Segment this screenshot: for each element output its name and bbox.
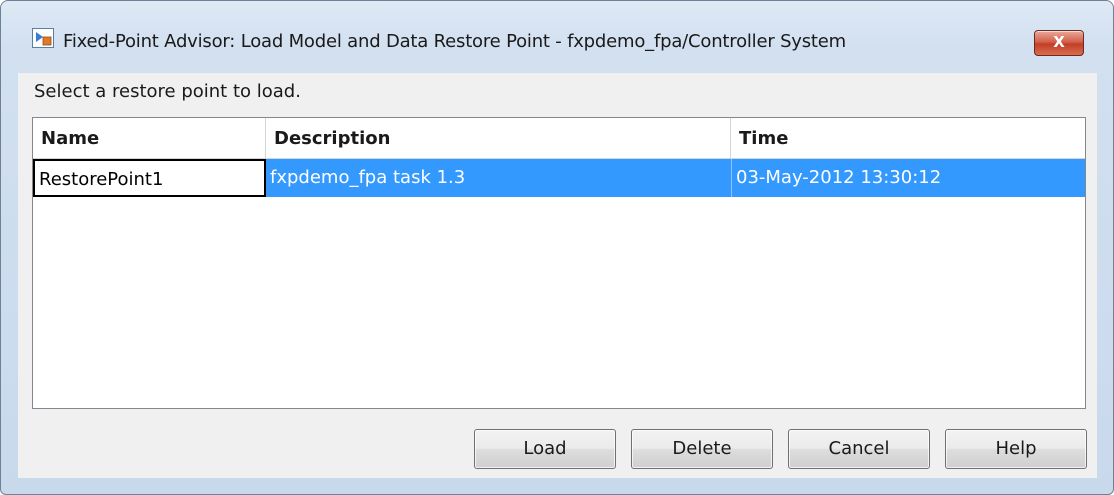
title-bar[interactable]: Fixed-Point Advisor: Load Model and Data… <box>1 1 1113 73</box>
column-header-name[interactable]: Name <box>33 118 266 158</box>
button-bar: Load Delete Cancel Help <box>18 429 1097 469</box>
instruction-label: Select a restore point to load. <box>34 81 301 102</box>
close-button[interactable]: X <box>1034 30 1084 56</box>
delete-button[interactable]: Delete <box>631 429 773 469</box>
restore-points-table[interactable]: Name Description Time RestorePoint1 fxpd… <box>32 117 1086 409</box>
close-icon: X <box>1053 33 1065 51</box>
table-header: Name Description Time <box>33 118 1085 159</box>
load-button[interactable]: Load <box>474 429 616 469</box>
simulink-model-icon <box>32 28 54 48</box>
dialog-body: Select a restore point to load. Name Des… <box>18 73 1097 478</box>
cell-description[interactable]: fxpdemo_fpa task 1.3 <box>266 159 731 197</box>
column-header-description[interactable]: Description <box>266 118 731 158</box>
cell-time[interactable]: 03-May-2012 13:30:12 <box>731 159 1085 197</box>
column-header-time[interactable]: Time <box>731 118 1085 158</box>
table-row[interactable]: RestorePoint1 fxpdemo_fpa task 1.3 03-Ma… <box>33 159 1085 197</box>
cancel-button[interactable]: Cancel <box>788 429 930 469</box>
cell-name[interactable]: RestorePoint1 <box>33 159 266 197</box>
window-title: Fixed-Point Advisor: Load Model and Data… <box>63 31 847 52</box>
help-button[interactable]: Help <box>945 429 1087 469</box>
restore-point-dialog: Fixed-Point Advisor: Load Model and Data… <box>0 0 1114 495</box>
